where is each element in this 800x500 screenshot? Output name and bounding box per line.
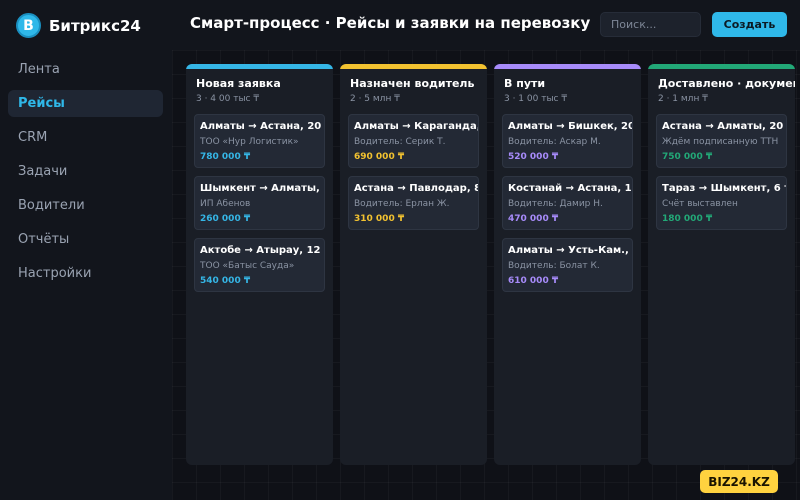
deal-card[interactable]: Алматы → Караганда, 18 т Водитель: Серик… bbox=[348, 114, 479, 168]
card-driver: Водитель: Дамир Н. bbox=[508, 199, 603, 209]
card-driver: Водитель: Болат К. bbox=[508, 261, 600, 271]
card-amount: 750 000 ₸ bbox=[662, 152, 713, 162]
card-route: Алматы → Бишкек, 20 т bbox=[508, 121, 633, 132]
column-color-bar bbox=[494, 64, 641, 69]
column-summary: 3 · 1 00 тыс ₸ bbox=[504, 94, 568, 104]
deal-card[interactable]: Алматы → Усть-Кам., 10 т Водитель: Болат… bbox=[502, 238, 633, 292]
card-route: Алматы → Усть-Кам., 10 т bbox=[508, 245, 632, 256]
sidebar-item-feed[interactable]: Лента bbox=[8, 56, 163, 83]
app-name: Битрикс24 bbox=[49, 16, 141, 35]
column-title[interactable]: В пути bbox=[504, 77, 545, 90]
card-status: Ждём подписанную ТТН bbox=[662, 137, 779, 147]
site-watermark: BIZ24.KZ bbox=[700, 470, 778, 493]
sidebar-item-settings[interactable]: Настройки bbox=[8, 260, 163, 287]
deal-card[interactable]: Алматы → Бишкек, 20 т Водитель: Аскар М.… bbox=[502, 114, 633, 168]
kanban-board: Новая заявка 3 · 4 00 тыс ₸ Алматы → Аст… bbox=[172, 50, 800, 500]
card-driver: Водитель: Ерлан Ж. bbox=[354, 199, 450, 209]
card-amount: 690 000 ₸ bbox=[354, 152, 405, 162]
kanban-column-delivered: Доставлено · документы 2 · 1 млн ₸ Астан… bbox=[648, 64, 795, 465]
sidebar-item-drivers[interactable]: Водители bbox=[8, 192, 163, 219]
card-client: ИП Абенов bbox=[200, 199, 251, 209]
sidebar-nav: Лента Рейсы CRM Задачи Водители Отчёты Н… bbox=[8, 56, 163, 294]
card-route: Астана → Павлодар, 8 т bbox=[354, 183, 479, 194]
card-route: Актобе → Атырау, 12 т bbox=[200, 245, 325, 256]
column-title[interactable]: Назначен водитель bbox=[350, 77, 474, 90]
deal-card[interactable]: Алматы → Астана, 20 т ТОО «Нур Логистик»… bbox=[194, 114, 325, 168]
top-header: Смарт-процесс · Рейсы и заявки на перево… bbox=[172, 0, 800, 50]
column-color-bar bbox=[340, 64, 487, 69]
column-title[interactable]: Доставлено · документы bbox=[658, 77, 795, 90]
deal-card[interactable]: Шымкент → Алматы, 5 т ИП Абенов 260 000 … bbox=[194, 176, 325, 230]
kanban-column-assigned: Назначен водитель 2 · 5 млн ₸ Алматы → К… bbox=[340, 64, 487, 465]
deal-card[interactable]: Тараз → Шымкент, 6 т Счёт выставлен 180 … bbox=[656, 176, 787, 230]
card-client: ТОО «Батыс Сауда» bbox=[200, 261, 295, 271]
deal-card[interactable]: Актобе → Атырау, 12 т ТОО «Батыс Сауда» … bbox=[194, 238, 325, 292]
column-summary: 2 · 1 млн ₸ bbox=[658, 94, 708, 104]
card-driver: Водитель: Аскар М. bbox=[508, 137, 601, 147]
search-input[interactable]: Поиск... bbox=[600, 12, 701, 37]
card-amount: 540 000 ₸ bbox=[200, 276, 251, 286]
logo-icon: B bbox=[16, 13, 41, 38]
sidebar-item-reports[interactable]: Отчёты bbox=[8, 226, 163, 253]
column-title[interactable]: Новая заявка bbox=[196, 77, 281, 90]
card-status: Счёт выставлен bbox=[662, 199, 738, 209]
page-title: Смарт-процесс · Рейсы и заявки на перево… bbox=[190, 14, 591, 32]
deal-card[interactable]: Астана → Алматы, 20 т Ждём подписанную Т… bbox=[656, 114, 787, 168]
card-amount: 180 000 ₸ bbox=[662, 214, 713, 224]
card-amount: 470 000 ₸ bbox=[508, 214, 559, 224]
column-summary: 3 · 4 00 тыс ₸ bbox=[196, 94, 260, 104]
card-amount: 260 000 ₸ bbox=[200, 214, 251, 224]
sidebar: B Битрикс24 Лента Рейсы CRM Задачи Водит… bbox=[0, 0, 172, 500]
sidebar-item-trips[interactable]: Рейсы bbox=[8, 90, 163, 117]
column-color-bar bbox=[186, 64, 333, 69]
column-color-bar bbox=[648, 64, 795, 69]
kanban-column-new: Новая заявка 3 · 4 00 тыс ₸ Алматы → Аст… bbox=[186, 64, 333, 465]
card-amount: 520 000 ₸ bbox=[508, 152, 559, 162]
card-route: Костанай → Астана, 15 т bbox=[508, 183, 632, 194]
kanban-column-in-transit: В пути 3 · 1 00 тыс ₸ Алматы → Бишкек, 2… bbox=[494, 64, 641, 465]
card-route: Алматы → Астана, 20 т bbox=[200, 121, 325, 132]
card-route: Астана → Алматы, 20 т bbox=[662, 121, 787, 132]
card-route: Шымкент → Алматы, 5 т bbox=[200, 183, 324, 194]
card-driver: Водитель: Серик Т. bbox=[354, 137, 446, 147]
column-summary: 2 · 5 млн ₸ bbox=[350, 94, 400, 104]
deal-card[interactable]: Костанай → Астана, 15 т Водитель: Дамир … bbox=[502, 176, 633, 230]
deal-card[interactable]: Астана → Павлодар, 8 т Водитель: Ерлан Ж… bbox=[348, 176, 479, 230]
sidebar-item-tasks[interactable]: Задачи bbox=[8, 158, 163, 185]
card-client: ТОО «Нур Логистик» bbox=[200, 137, 299, 147]
card-amount: 310 000 ₸ bbox=[354, 214, 405, 224]
app-logo[interactable]: B Битрикс24 bbox=[16, 13, 141, 38]
card-route: Алматы → Караганда, 18 т bbox=[354, 121, 479, 132]
sidebar-item-crm[interactable]: CRM bbox=[8, 124, 163, 151]
card-amount: 780 000 ₸ bbox=[200, 152, 251, 162]
create-button[interactable]: Создать bbox=[712, 12, 787, 37]
card-route: Тараз → Шымкент, 6 т bbox=[662, 183, 787, 194]
card-amount: 610 000 ₸ bbox=[508, 276, 559, 286]
